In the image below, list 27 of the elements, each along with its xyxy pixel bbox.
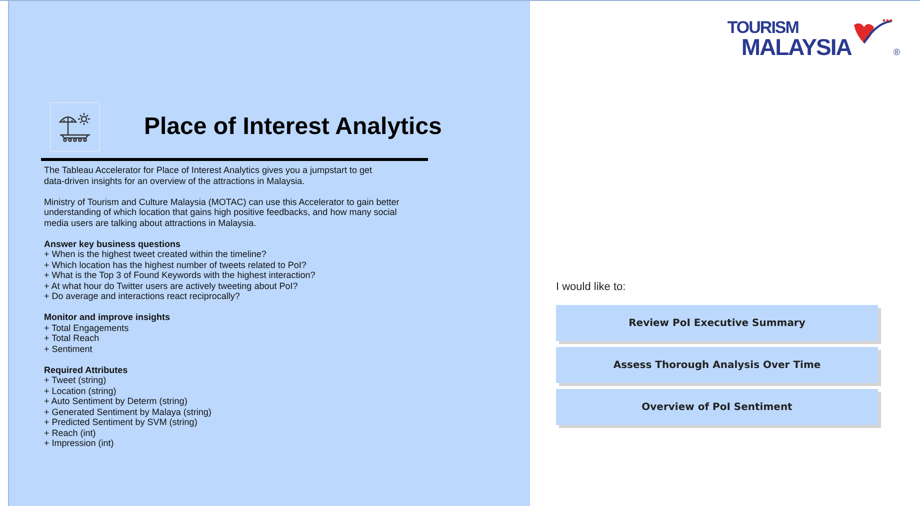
list-item: + Total Engagements <box>44 322 130 333</box>
list-item: + Auto Sentiment by Determ (string) <box>44 396 188 406</box>
list-item: + Total Reach <box>44 333 100 344</box>
list-item: + Generated Sentiment by Malaya (string) <box>44 406 212 417</box>
prompt-label: I would like to: <box>556 281 627 293</box>
beach-umbrella-icon <box>57 111 93 143</box>
navigation-button[interactable]: Review PoI Executive Summary <box>556 305 878 341</box>
logo: TOURISM MALAYSIA ® <box>727 19 900 59</box>
list-item: + Location (string) <box>44 386 118 396</box>
list-item: + At what hour do Twitter users are actively tweeting about PoI? <box>44 280 299 291</box>
page-title: Place of Interest Analytics <box>144 113 442 141</box>
list-item: + Predicted Sentiment by SVM (string) <box>44 417 198 428</box>
list-item: + Sentiment <box>44 344 94 354</box>
list-item: + Tweet (string) <box>44 375 108 386</box>
navigation-button[interactable]: Assess Thorough Analysis Over Time <box>556 347 878 383</box>
list-item: + What is the Top 3 of Found Keywords with the highest interaction? <box>44 270 316 280</box>
section-heading: Answer key business questions <box>44 238 182 249</box>
description-paragraph: Ministry of Tourism and Culture Malaysia (MOTAC) can use this Accelerator to gain better understanding of which location that gains high positive feedbacks, and how many social media users are talking about attractions in Malaysia. <box>44 196 400 228</box>
navigation-button[interactable]: Overview of PoI Sentiment <box>556 389 878 425</box>
description-paragraph: The Tableau Accelerator for Place of Interest Analytics gives you a jumpstart to get data-driven insights for an overview of the attractions in Malaysia. <box>44 165 374 186</box>
section-heading: Monitor and improve insights <box>44 312 172 322</box>
list-item: + Impression (int) <box>44 438 115 448</box>
section-heading: Required Attributes <box>44 364 129 375</box>
list-item: + Do average and interactions react reciprocally? <box>44 291 241 302</box>
list-item: + Reach (int) <box>44 428 97 438</box>
list-item: + When is the highest tweet created within the timeline? <box>44 249 268 260</box>
list-item: + Which location has the highest number of tweets related to PoI? <box>44 260 308 270</box>
